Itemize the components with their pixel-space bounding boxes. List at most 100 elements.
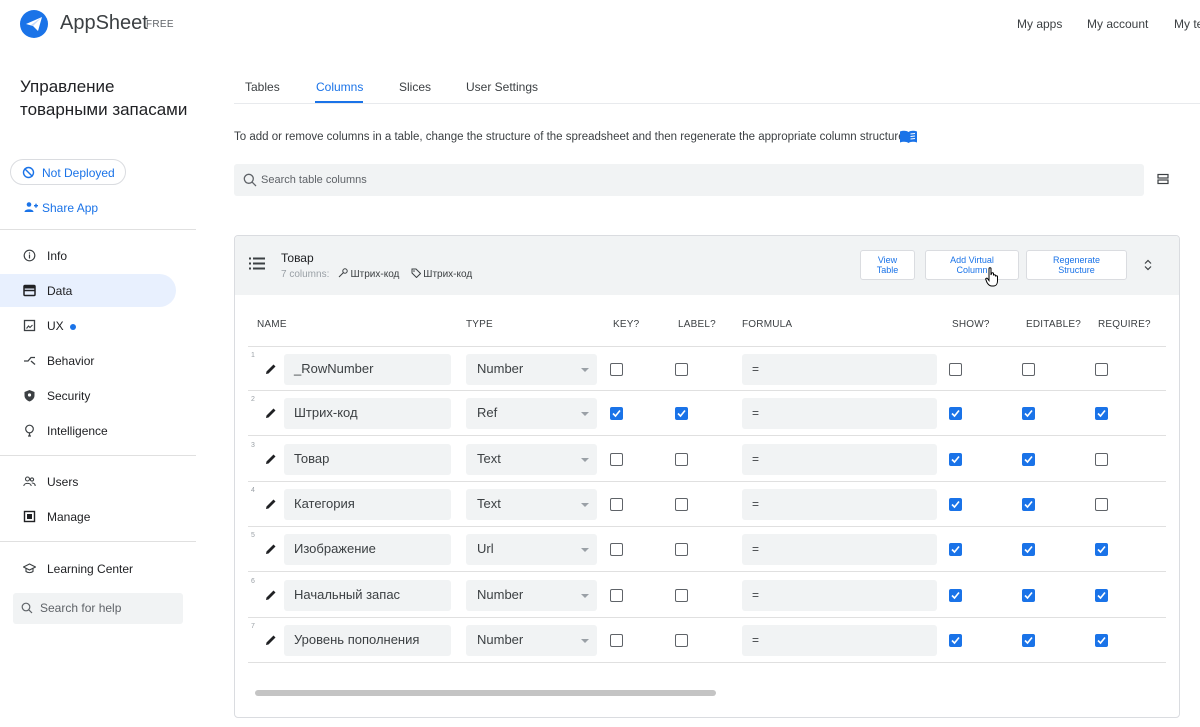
chevron-down-icon: [581, 368, 589, 372]
key-checkbox[interactable]: [610, 363, 623, 376]
add-virtual-column-button[interactable]: Add Virtual Column: [925, 250, 1019, 280]
column-type-select[interactable]: Text: [466, 443, 597, 475]
edit-pencil-icon[interactable]: [265, 498, 277, 510]
column-formula-field[interactable]: =: [742, 398, 937, 430]
column-name-field[interactable]: Штрих-код: [284, 398, 451, 430]
edit-pencil-icon[interactable]: [265, 363, 277, 375]
key-checkbox[interactable]: [610, 543, 623, 557]
col-header-editable: EDITABLE?: [1026, 319, 1081, 330]
column-search-input[interactable]: Search table columns: [234, 164, 1144, 196]
column-formula-field[interactable]: =: [742, 354, 937, 385]
require-checkbox[interactable]: [1095, 588, 1108, 602]
column-name-field[interactable]: Уровень пополнения: [284, 624, 451, 656]
edit-pencil-icon[interactable]: [265, 407, 277, 419]
column-name-field[interactable]: Категория: [284, 488, 451, 520]
deploy-status-button[interactable]: Not Deployed: [10, 159, 126, 185]
view-density-icon[interactable]: [1157, 173, 1169, 185]
view-table-button[interactable]: View Table: [860, 250, 915, 280]
show-checkbox[interactable]: [949, 543, 962, 557]
editable-checkbox[interactable]: [1022, 407, 1035, 421]
share-app-button[interactable]: Share App: [24, 201, 98, 216]
label-checkbox[interactable]: [675, 497, 688, 511]
require-checkbox[interactable]: [1095, 633, 1108, 647]
key-checkbox[interactable]: [610, 452, 623, 466]
my-apps-link[interactable]: My apps: [1017, 17, 1062, 31]
horizontal-scrollbar[interactable]: [255, 690, 716, 696]
label-checkbox[interactable]: [675, 543, 688, 557]
require-checkbox[interactable]: [1095, 543, 1108, 557]
view-table-label-2: Table: [876, 265, 899, 275]
edit-pencil-icon[interactable]: [265, 634, 277, 646]
my-account-link[interactable]: My account: [1087, 17, 1148, 31]
show-checkbox[interactable]: [949, 588, 962, 602]
require-checkbox[interactable]: [1095, 497, 1108, 511]
col-header-label: LABEL?: [678, 319, 716, 330]
column-type-select[interactable]: Number: [466, 624, 597, 656]
editable-checkbox[interactable]: [1022, 497, 1035, 511]
editable-checkbox[interactable]: [1022, 452, 1035, 466]
tab-tables[interactable]: Tables: [245, 80, 280, 94]
expand-collapse-icon[interactable]: [1143, 259, 1153, 271]
column-type-select[interactable]: Text: [466, 488, 597, 520]
show-checkbox[interactable]: [949, 633, 962, 647]
column-type-select[interactable]: Ref: [466, 398, 597, 430]
require-checkbox[interactable]: [1095, 363, 1108, 376]
sidebar-item-manage[interactable]: Manage: [0, 500, 176, 533]
key-checkbox[interactable]: [610, 633, 623, 647]
editable-checkbox[interactable]: [1022, 633, 1035, 647]
sidebar: Управление товарными запасами Not Deploy…: [0, 48, 196, 727]
sidebar-item-behavior[interactable]: Behavior: [0, 344, 176, 377]
label-checkbox[interactable]: [675, 588, 688, 602]
help-search-input[interactable]: Search for help: [13, 593, 183, 624]
key-checkbox[interactable]: [610, 588, 623, 602]
require-checkbox[interactable]: [1095, 452, 1108, 466]
label-checkbox[interactable]: [675, 363, 688, 376]
tab-slices[interactable]: Slices: [399, 80, 431, 94]
sidebar-item-data[interactable]: Data: [0, 274, 176, 307]
sidebar-item-security[interactable]: Security: [0, 379, 176, 412]
table-card-header[interactable]: Товар 7 columns: Штрих-код Штрих-код Vie…: [235, 236, 1179, 295]
key-checkbox[interactable]: [610, 497, 623, 511]
column-formula-field[interactable]: =: [742, 579, 937, 611]
sidebar-item-users[interactable]: Users: [0, 465, 176, 498]
editable-checkbox[interactable]: [1022, 543, 1035, 557]
edit-pencil-icon[interactable]: [265, 543, 277, 555]
column-type-select[interactable]: Number: [466, 354, 597, 385]
column-name-field[interactable]: Изображение: [284, 534, 451, 566]
column-formula-field[interactable]: =: [742, 488, 937, 520]
label-checkbox[interactable]: [675, 452, 688, 466]
sidebar-item-learning-center[interactable]: Learning Center: [0, 552, 176, 585]
column-formula-field[interactable]: =: [742, 624, 937, 656]
my-team-link[interactable]: My te: [1174, 17, 1200, 31]
column-type-select[interactable]: Number: [466, 579, 597, 611]
column-name-field[interactable]: Товар: [284, 443, 451, 475]
require-checkbox[interactable]: [1095, 407, 1108, 421]
brand-name[interactable]: AppSheet: [60, 12, 148, 35]
label-checkbox[interactable]: [675, 407, 688, 421]
editable-checkbox[interactable]: [1022, 588, 1035, 602]
label-checkbox[interactable]: [675, 633, 688, 647]
sidebar-item-info[interactable]: Info: [0, 239, 176, 272]
column-name-field[interactable]: _RowNumber: [284, 354, 451, 385]
tab-user-settings[interactable]: User Settings: [466, 80, 538, 94]
column-name-field[interactable]: Начальный запас: [284, 579, 451, 611]
label-column-name: Штрих-код: [423, 269, 473, 280]
show-checkbox[interactable]: [949, 452, 962, 466]
sidebar-item-ux[interactable]: UX: [0, 309, 176, 342]
show-checkbox[interactable]: [949, 363, 962, 376]
column-formula-field[interactable]: =: [742, 534, 937, 566]
sidebar-item-intelligence[interactable]: Intelligence: [0, 414, 176, 447]
editable-checkbox[interactable]: [1022, 363, 1035, 376]
column-formula-field[interactable]: =: [742, 443, 937, 475]
regenerate-structure-button[interactable]: Regenerate Structure: [1026, 250, 1127, 280]
edit-pencil-icon[interactable]: [265, 589, 277, 601]
show-checkbox[interactable]: [949, 407, 962, 421]
edit-pencil-icon[interactable]: [265, 453, 277, 465]
info-icon: [23, 249, 36, 262]
appsheet-logo-icon[interactable]: [20, 10, 48, 38]
book-icon[interactable]: [899, 130, 918, 144]
column-type-select[interactable]: Url: [466, 534, 597, 566]
show-checkbox[interactable]: [949, 497, 962, 511]
key-checkbox[interactable]: [610, 407, 623, 421]
tab-columns[interactable]: Columns: [316, 80, 363, 94]
